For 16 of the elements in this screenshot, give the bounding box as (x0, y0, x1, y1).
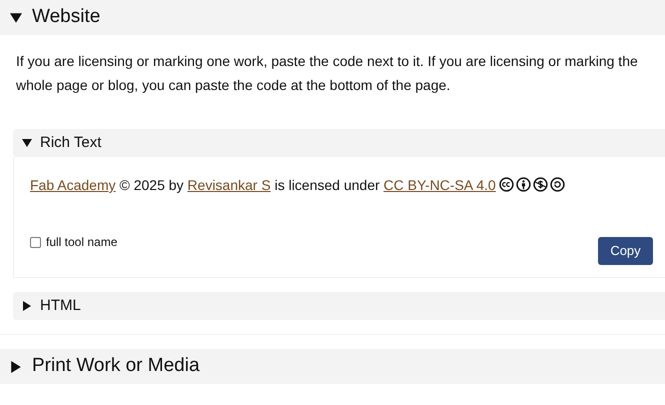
share-alike-icon (550, 177, 565, 192)
checkbox[interactable] (30, 236, 41, 248)
copy-button[interactable]: Copy (598, 237, 653, 265)
subsection-header[interactable]: Rich Text (13, 129, 665, 157)
instructions-text: If you are licensing or marking one work, paste the code next to it. If you are licensing or marking the whole page or blog, you can paste the code at the bottom of the page. (16, 52, 639, 95)
checkbox-label: full tool name (46, 234, 118, 251)
section-header[interactable]: Website (0, 0, 665, 35)
subsection-header[interactable]: HTML (13, 292, 665, 320)
person-icon (516, 177, 531, 192)
attribution-link[interactable]: Revisankar S (187, 177, 271, 193)
section-header[interactable]: Print Work or Media (0, 349, 665, 384)
attribution-link[interactable]: Fab Academy (30, 177, 116, 193)
no-dollar-icon (532, 177, 548, 192)
cc-icon (498, 177, 514, 192)
attribution-link[interactable]: CC BY-NC-SA 4.0 (384, 177, 496, 193)
attribution-text: Fab Academy © 2025 by Revisankar S is licensed under CC BY-NC-SA 4.0 (30, 175, 649, 195)
